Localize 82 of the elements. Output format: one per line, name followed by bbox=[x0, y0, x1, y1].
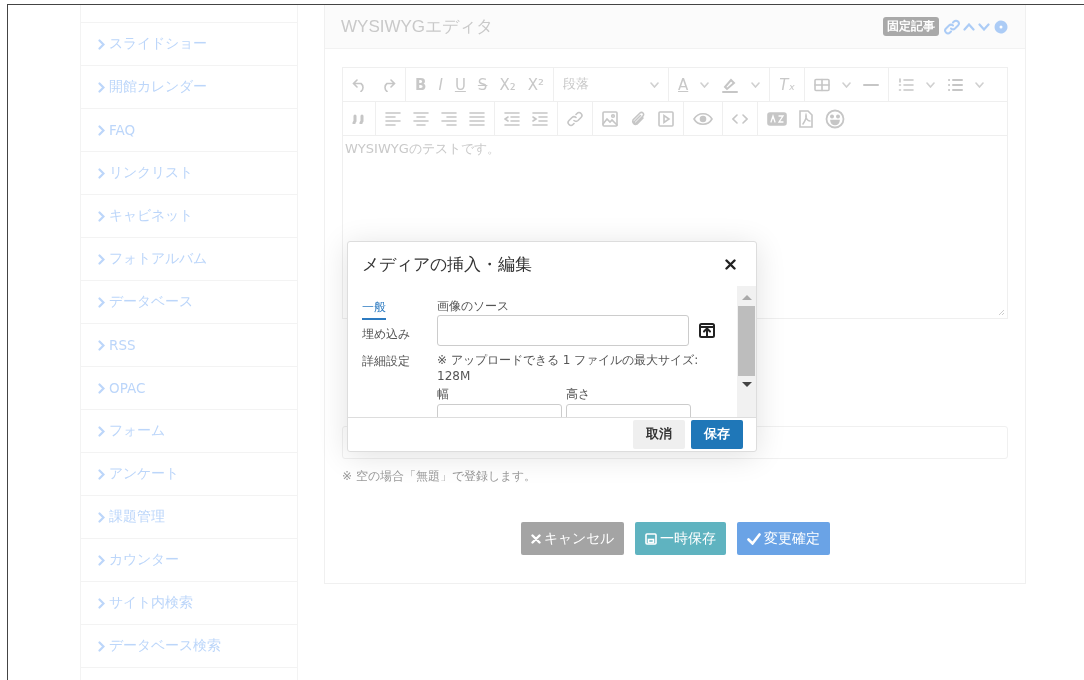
upload-icon[interactable] bbox=[699, 323, 715, 338]
chevron-right-icon[interactable] bbox=[98, 468, 105, 480]
chevron-right-icon[interactable] bbox=[98, 210, 105, 222]
sidebar-item[interactable]: データベース検索 bbox=[81, 625, 297, 668]
dialog-tab[interactable]: 一般 bbox=[362, 299, 386, 320]
scroll-down-arrow-icon[interactable] bbox=[741, 382, 752, 388]
sidebar-item[interactable]: サイト内検索 bbox=[81, 582, 297, 625]
emoji-icon[interactable] bbox=[825, 108, 845, 129]
chevron-right-icon[interactable] bbox=[98, 425, 105, 437]
eye-icon[interactable] bbox=[693, 111, 713, 126]
scroll-up-arrow-icon[interactable] bbox=[741, 294, 752, 300]
chevron-right-icon[interactable] bbox=[98, 38, 105, 50]
sidebar-item[interactable]: 開館カレンダー bbox=[81, 66, 297, 109]
template-icon[interactable] bbox=[767, 111, 787, 126]
play-icon[interactable] bbox=[658, 110, 674, 127]
outdent-icon[interactable] bbox=[504, 110, 520, 127]
link-icon[interactable] bbox=[944, 18, 960, 35]
dialog-tab[interactable]: 埋め込み bbox=[362, 326, 410, 347]
upload-size-note: ※ アップロードできる 1 ファイルの最大サイズ: 128M bbox=[437, 352, 700, 384]
caret-icon[interactable] bbox=[650, 81, 659, 88]
cancel-button[interactable]: キャンセル bbox=[520, 522, 624, 555]
resize-grip-icon[interactable] bbox=[998, 309, 1005, 316]
save-button[interactable]: 保存 bbox=[691, 420, 743, 449]
hint-text: ※ 空の場合「無題」で登録します。 bbox=[342, 468, 537, 485]
caret-icon[interactable] bbox=[842, 81, 852, 88]
link-icon[interactable] bbox=[567, 110, 583, 127]
chevron-right-icon[interactable] bbox=[98, 640, 105, 652]
align-right-icon[interactable] bbox=[441, 110, 457, 127]
dialog-title: メディアの挿入・編集 bbox=[362, 252, 532, 276]
sidebar-item[interactable]: カウンター bbox=[81, 539, 297, 582]
table-icon[interactable] bbox=[814, 77, 831, 92]
align-center-icon[interactable] bbox=[413, 110, 429, 127]
source-input-field[interactable] bbox=[437, 315, 689, 346]
sidebar-item[interactable]: 課題管理 bbox=[81, 496, 297, 539]
caret-icon[interactable] bbox=[926, 81, 936, 88]
check-icon[interactable] bbox=[746, 532, 761, 545]
chevron-right-icon[interactable] bbox=[98, 382, 105, 394]
code-icon[interactable] bbox=[732, 112, 748, 125]
cancel-button[interactable]: 取消 bbox=[633, 420, 685, 449]
pinned-badge: 固定記事 bbox=[883, 17, 939, 36]
sidebar-item[interactable]: リンクリスト bbox=[81, 152, 297, 195]
chevron-right-icon[interactable] bbox=[98, 81, 105, 93]
quote-icon[interactable] bbox=[352, 113, 366, 124]
sidebar-item[interactable]: フォトアルバム bbox=[81, 238, 297, 281]
numbered-list-icon[interactable] bbox=[898, 77, 915, 92]
scrollbar[interactable] bbox=[737, 286, 756, 417]
draft-button[interactable]: 一時保存 bbox=[634, 522, 726, 555]
chevron-right-icon[interactable] bbox=[98, 339, 105, 351]
chevron-right-icon[interactable] bbox=[98, 511, 105, 523]
sidebar-item[interactable]: アンケート bbox=[81, 453, 297, 496]
chevron-right-icon[interactable] bbox=[98, 554, 105, 566]
sidebar-item[interactable]: キャビネット bbox=[81, 195, 297, 238]
dialog-tab[interactable]: 詳細設定 bbox=[362, 353, 410, 374]
chevron-up-icon[interactable] bbox=[963, 22, 975, 31]
highlighter-icon[interactable] bbox=[721, 76, 740, 93]
chevron-down-icon[interactable] bbox=[978, 22, 990, 31]
chevron-right-icon[interactable] bbox=[98, 296, 105, 308]
field-label: 高さ bbox=[566, 386, 591, 403]
caret-icon[interactable] bbox=[975, 81, 985, 88]
sidebar-item[interactable]: RSS bbox=[81, 324, 297, 367]
sidebar-item[interactable]: OPAC bbox=[81, 367, 297, 410]
sidebar-item[interactable]: FAQ bbox=[81, 109, 297, 152]
caret-icon[interactable] bbox=[700, 81, 710, 88]
field-label: 幅 bbox=[437, 386, 450, 403]
align-left-icon[interactable] bbox=[385, 110, 401, 127]
chevron-right-icon[interactable] bbox=[98, 253, 105, 265]
paperclip-icon[interactable] bbox=[630, 110, 646, 127]
indent-icon[interactable] bbox=[532, 110, 548, 127]
field-label: 画像のソース bbox=[437, 298, 510, 315]
bulleted-list-icon[interactable] bbox=[947, 77, 964, 92]
confirm-button[interactable]: 変更確定 bbox=[736, 522, 830, 555]
sidebar-item[interactable]: フォーム bbox=[81, 410, 297, 453]
pdf-file-icon[interactable] bbox=[799, 109, 813, 128]
caret-icon[interactable] bbox=[751, 81, 761, 88]
chevron-right-icon[interactable] bbox=[98, 167, 105, 179]
sidebar-item[interactable]: データベース bbox=[81, 281, 297, 324]
close-icon[interactable] bbox=[725, 258, 736, 270]
image-icon[interactable] bbox=[602, 110, 618, 127]
chevron-right-icon[interactable] bbox=[98, 124, 105, 136]
horizontal-line-icon[interactable] bbox=[863, 82, 880, 87]
justify-icon[interactable] bbox=[469, 110, 485, 127]
chevron-right-icon[interactable] bbox=[98, 597, 105, 609]
